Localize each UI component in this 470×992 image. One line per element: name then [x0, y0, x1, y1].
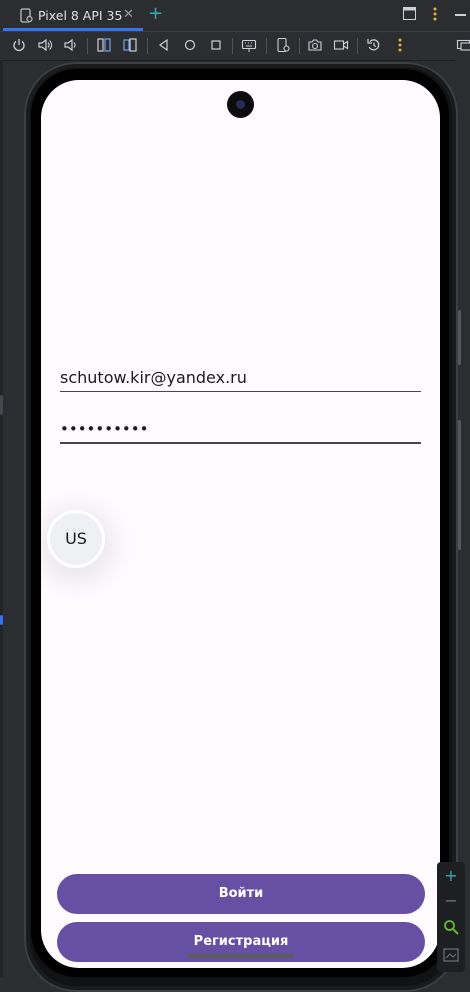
device-tab[interactable]: Pixel 8 API 35 ✕ [3, 0, 143, 31]
email-field[interactable]: schutow.kir@yandex.ru [60, 368, 421, 392]
video-icon[interactable] [333, 37, 349, 53]
toolbar-divider [266, 38, 267, 54]
login-button-label: Войти [218, 886, 264, 901]
scrollbar-thumb[interactable] [458, 310, 461, 365]
toolbar-divider [357, 38, 358, 54]
toolbar-divider [232, 38, 233, 54]
device-icon [20, 8, 33, 23]
screenshot-frame-icon[interactable] [443, 947, 459, 966]
toolbar-divider [147, 38, 148, 54]
camera-icon[interactable] [307, 37, 323, 53]
volume-up-icon[interactable] [37, 37, 53, 53]
login-button[interactable]: Войти [57, 874, 425, 914]
password-value: •••••••••• [60, 420, 149, 438]
window-layout-icon[interactable] [403, 7, 416, 20]
language-fab[interactable]: US [50, 513, 102, 565]
left-side-rail [0, 60, 3, 977]
rotate-left-icon[interactable] [96, 37, 112, 53]
email-underline [60, 391, 421, 392]
device-settings-icon[interactable] [275, 37, 291, 53]
rail-marker [0, 395, 3, 415]
gesture-nav-bar[interactable] [188, 954, 293, 958]
ide-tab-bar: Pixel 8 API 35 ✕ + [0, 0, 470, 31]
tab-close-icon[interactable]: ✕ [123, 7, 134, 22]
emulator-toolbar [0, 31, 470, 61]
zoom-in-button[interactable]: + [442, 867, 460, 885]
display-icon[interactable] [456, 37, 470, 53]
toolbar-divider [299, 38, 300, 54]
power-icon[interactable] [11, 37, 27, 53]
register-button-label: Регистрация [193, 934, 289, 949]
password-underline [60, 442, 421, 444]
scrollbar-thumb[interactable] [458, 420, 461, 550]
overview-icon[interactable] [208, 37, 224, 53]
home-icon[interactable] [182, 37, 198, 53]
password-field[interactable]: •••••••••• [60, 418, 421, 444]
front-camera [227, 91, 254, 118]
add-tab-icon[interactable]: + [148, 3, 163, 24]
email-value: schutow.kir@yandex.ru [60, 368, 247, 387]
zoom-fit-icon[interactable] [443, 919, 459, 939]
app-screen: schutow.kir@yandex.ru •••••••••• US Войт… [41, 80, 440, 968]
back-icon[interactable] [156, 37, 172, 53]
toolbar-divider [87, 38, 88, 54]
camera-lens [236, 100, 245, 109]
more-icon[interactable] [392, 37, 408, 53]
rail-marker-active [0, 615, 3, 625]
more-options-icon[interactable] [432, 7, 438, 21]
keyboard-icon[interactable] [241, 37, 257, 53]
rotate-right-icon[interactable] [122, 37, 138, 53]
language-fab-label: US [65, 529, 87, 548]
snapshot-icon[interactable] [366, 37, 382, 53]
minimize-icon[interactable] [455, 14, 466, 16]
volume-down-icon[interactable] [62, 37, 78, 53]
device-tab-label: Pixel 8 API 35 [38, 8, 123, 23]
zoom-controls: + − [437, 862, 465, 972]
zoom-out-button[interactable]: − [442, 892, 460, 910]
